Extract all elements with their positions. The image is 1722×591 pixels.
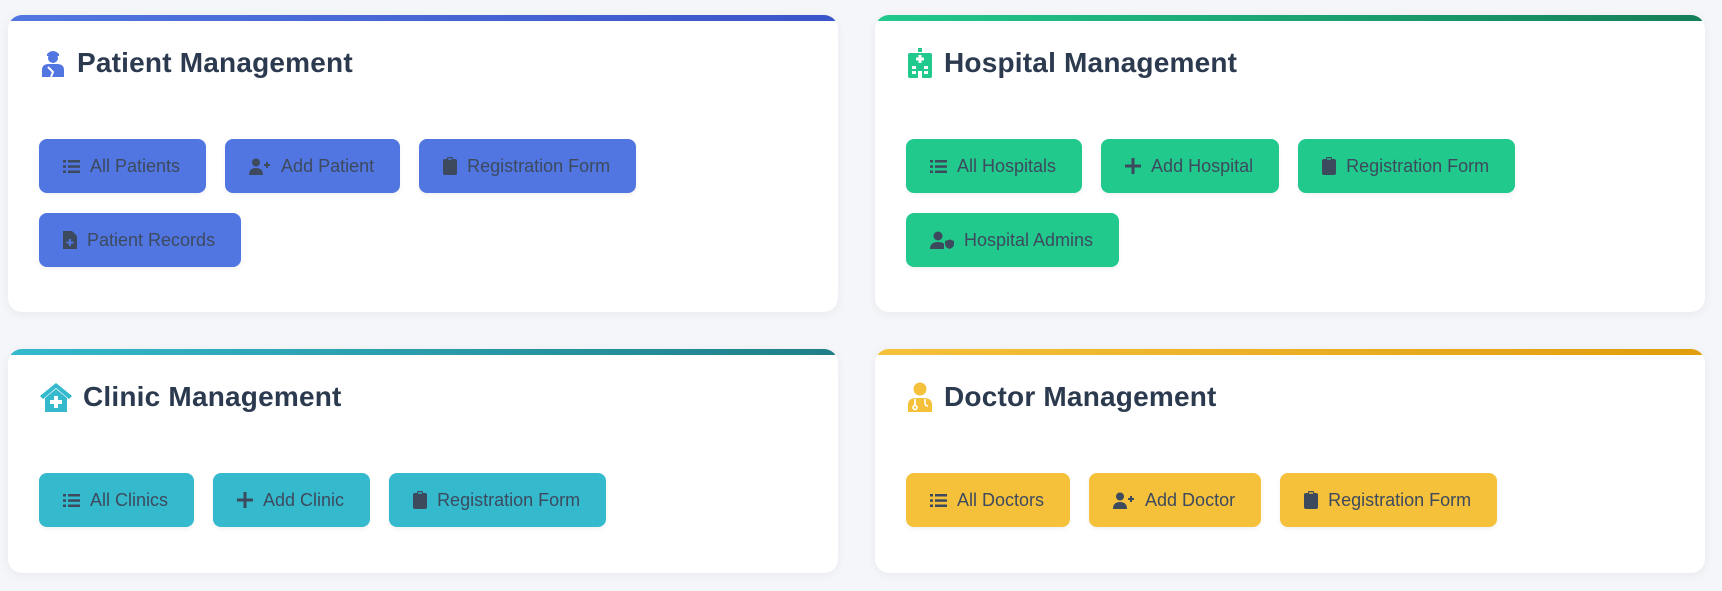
hospital-registration-form-button[interactable]: Registration Form — [1298, 139, 1516, 193]
all-clinics-button[interactable]: All Clinics — [39, 473, 195, 527]
doctor-icon — [906, 381, 934, 413]
button-label: All Doctors — [957, 489, 1045, 510]
card-title: Hospital Management — [944, 47, 1238, 78]
button-group: All Hospitals Add Hospital Registration … — [906, 139, 1685, 267]
user-plus-icon — [1113, 492, 1135, 509]
card-accent-bar — [8, 349, 838, 355]
button-group: All Clinics Add Clinic Registration Form — [39, 473, 818, 527]
clipboard-icon — [413, 491, 428, 509]
button-label: Add Clinic — [263, 489, 345, 510]
button-label: Registration Form — [1328, 489, 1472, 510]
patient-records-button[interactable]: Patient Records — [39, 213, 242, 267]
clipboard-icon — [1322, 157, 1337, 175]
clinic-registration-form-button[interactable]: Registration Form — [389, 473, 607, 527]
file-medical-icon — [63, 231, 77, 249]
list-icon — [930, 493, 947, 508]
button-label: Registration Form — [1346, 155, 1490, 176]
card-title: Clinic Management — [83, 381, 342, 412]
hospital-icon — [906, 47, 934, 79]
card-accent-bar — [875, 15, 1705, 21]
doctor-management-card: Doctor Management All Doctors Add Doctor… — [875, 349, 1705, 573]
card-accent-bar — [875, 349, 1705, 355]
button-label: Hospital Admins — [964, 229, 1094, 250]
card-header: Clinic Management — [39, 381, 342, 413]
hospital-management-card: Hospital Management All Hospitals Add Ho… — [875, 15, 1705, 312]
add-clinic-button[interactable]: Add Clinic — [213, 473, 371, 527]
button-label: Add Patient — [281, 155, 375, 176]
clinic-icon — [39, 381, 73, 413]
add-hospital-button[interactable]: Add Hospital — [1101, 139, 1280, 193]
clinic-management-card: Clinic Management All Clinics Add Clinic… — [8, 349, 838, 573]
card-header: Doctor Management — [906, 381, 1217, 413]
button-label: All Clinics — [90, 489, 169, 510]
button-group: All Doctors Add Doctor Registration Form — [906, 473, 1685, 527]
patient-management-card: Patient Management All Patients Add Pati… — [8, 15, 838, 312]
button-label: Add Doctor — [1145, 489, 1236, 510]
user-shield-icon — [930, 231, 954, 249]
plus-icon — [1125, 158, 1142, 174]
list-icon — [63, 159, 80, 174]
patient-icon — [39, 47, 67, 79]
user-plus-icon — [249, 158, 271, 175]
button-label: Add Hospital — [1151, 155, 1254, 176]
doctor-registration-form-button[interactable]: Registration Form — [1280, 473, 1498, 527]
clipboard-icon — [443, 157, 458, 175]
clipboard-icon — [1304, 491, 1319, 509]
button-label: Registration Form — [437, 489, 581, 510]
all-hospitals-button[interactable]: All Hospitals — [906, 139, 1083, 193]
card-header: Hospital Management — [906, 47, 1237, 79]
hospital-admins-button[interactable]: Hospital Admins — [906, 213, 1120, 267]
card-title: Doctor Management — [944, 381, 1217, 412]
button-label: All Hospitals — [957, 155, 1057, 176]
card-accent-bar — [8, 15, 838, 21]
all-doctors-button[interactable]: All Doctors — [906, 473, 1071, 527]
plus-icon — [237, 492, 254, 508]
button-label: Registration Form — [467, 155, 611, 176]
all-patients-button[interactable]: All Patients — [39, 139, 207, 193]
button-label: Patient Records — [87, 229, 216, 250]
card-header: Patient Management — [39, 47, 353, 79]
list-icon — [930, 159, 947, 174]
patient-registration-form-button[interactable]: Registration Form — [419, 139, 637, 193]
add-patient-button[interactable]: Add Patient — [225, 139, 401, 193]
card-title: Patient Management — [77, 47, 353, 78]
button-group: All Patients Add Patient Registration Fo… — [39, 139, 818, 267]
button-label: All Patients — [90, 155, 181, 176]
add-doctor-button[interactable]: Add Doctor — [1089, 473, 1262, 527]
list-icon — [63, 493, 80, 508]
